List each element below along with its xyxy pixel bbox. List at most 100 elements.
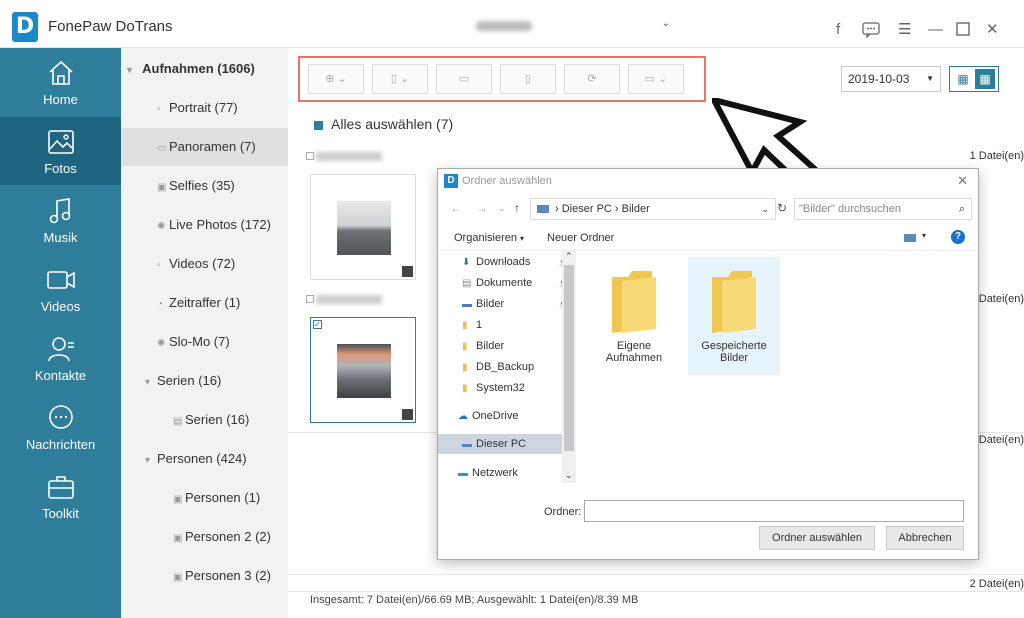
folder-icon: ▮: [462, 320, 468, 331]
album-slo-mo[interactable]: ✺ Slo-Mo (7): [121, 323, 288, 361]
delete-button[interactable]: ▯: [500, 64, 556, 94]
tree-scrollbar[interactable]: ⌃ ⌄: [562, 251, 576, 483]
person-icon: ▣: [173, 533, 183, 544]
maximize-icon[interactable]: [956, 22, 970, 40]
album-portrait[interactable]: ▫ Portrait (77): [121, 89, 288, 127]
add-button[interactable]: ⊕ ⌄: [308, 64, 364, 94]
tree-item-bilder-pinned[interactable]: ▬Bilder📌: [462, 294, 572, 314]
album-panoramen[interactable]: ▭ Panoramen (7): [121, 128, 288, 166]
breadcrumb-bilder[interactable]: Bilder: [622, 203, 650, 215]
cancel-button[interactable]: Abbrechen: [886, 526, 964, 550]
selfie-icon: ▣: [157, 182, 167, 193]
sidebar-item-home[interactable]: Home: [0, 48, 121, 116]
address-bar[interactable]: › Dieser PC › Bilder ⌄: [530, 198, 776, 220]
tree-item-1[interactable]: ▮ 1: [462, 315, 572, 335]
view-toggle[interactable]: ▦ ▦: [949, 66, 999, 92]
refresh-button[interactable]: ⟳: [564, 64, 620, 94]
group-count: Datei(en): [978, 293, 1024, 305]
sidebar-item-toolkit[interactable]: Toolkit: [0, 462, 121, 530]
search-input[interactable]: "Bilder" durchsuchen ⌕: [794, 198, 972, 220]
video-album-icon: ▫: [157, 260, 161, 271]
export-pc-button[interactable]: ▭: [436, 64, 492, 94]
folder-gespeicherte-bilder[interactable]: Gespeicherte Bilder: [688, 257, 780, 375]
album-personen[interactable]: ▾ Personen (424): [121, 440, 288, 478]
tree-item-db-backup[interactable]: ▮ DB_Backup: [462, 357, 572, 377]
select-all[interactable]: Alles auswählen (7): [314, 116, 453, 132]
group-count: Datei(en): [978, 434, 1024, 446]
tree-item-system32[interactable]: ▮ System32: [462, 378, 572, 398]
pc-icon: [537, 205, 549, 214]
dialog-logo: D: [444, 174, 458, 188]
folder-input[interactable]: [584, 500, 964, 522]
thumbnail-checkbox[interactable]: ✓: [313, 320, 322, 329]
tree-item-netzwerk[interactable]: ▬ Netzwerk: [458, 463, 568, 483]
organize-menu[interactable]: Organisieren ▾: [454, 232, 524, 244]
folder-dialog: D Ordner auswählen ✕ ← → ⌄ ↑ › Dieser PC…: [437, 168, 979, 560]
export-device-button[interactable]: ▯ ⌄: [372, 64, 428, 94]
scroll-up-icon[interactable]: ⌃: [565, 251, 573, 262]
grid-large-icon[interactable]: ▦: [975, 69, 995, 89]
sidebar-item-label: Musik: [43, 230, 78, 245]
folder-eigene-aufnahmen[interactable]: Eigene Aufnahmen: [588, 257, 680, 375]
photo-thumbnail-selected[interactable]: ✓: [310, 317, 416, 423]
photo-thumbnail[interactable]: [310, 174, 416, 280]
up-arrow-icon[interactable]: ↑: [514, 201, 520, 215]
toolbox-button[interactable]: ▭ ⌄: [628, 64, 684, 94]
recent-dropdown-icon[interactable]: ⌄: [498, 203, 506, 214]
album-live-photos[interactable]: ✺ Live Photos (172): [121, 206, 288, 244]
grid-small-icon[interactable]: ▦: [953, 69, 973, 89]
sidebar-item-videos[interactable]: Videos: [0, 255, 121, 323]
navigation-tree: ⬇Downloads📌 ▤Dokumente📌 ▬Bilder📌 ▮1 ▮Bil…: [438, 251, 576, 483]
tree-item-dokumente[interactable]: ▤Dokumente📌: [462, 273, 572, 293]
back-arrow-icon[interactable]: ←: [450, 201, 462, 215]
scroll-down-icon[interactable]: ⌄: [565, 470, 573, 481]
album-selfies[interactable]: ▣ Selfies (35): [121, 167, 288, 205]
sidebar-item-label: Kontakte: [34, 368, 87, 383]
feedback-icon[interactable]: [862, 22, 880, 42]
dialog-close-icon[interactable]: ✕: [957, 173, 968, 189]
forward-arrow-icon[interactable]: →: [476, 201, 488, 215]
date-select[interactable]: 2019-10-03 ▼: [841, 66, 941, 92]
album-serien-sub[interactable]: ▤ Serien (16): [121, 401, 288, 439]
device-selector[interactable]: ⌄: [460, 18, 670, 40]
facebook-icon[interactable]: f: [836, 22, 840, 38]
menu-icon[interactable]: ☰: [898, 22, 911, 38]
close-icon[interactable]: ✕: [986, 22, 999, 38]
expand-icon: ▾: [127, 65, 133, 76]
album-personen-1[interactable]: ▣ Personen (1): [121, 479, 288, 517]
album-personen-3[interactable]: ▣ Personen 3 (2): [121, 557, 288, 595]
person-icon: ▣: [173, 572, 183, 583]
album-personen-2[interactable]: ▣ Personen 2 (2): [121, 518, 288, 556]
album-videos[interactable]: ▫ Videos (72): [121, 245, 288, 283]
group-header: 1 Datei(en): [306, 150, 1024, 166]
album-zeitraffer[interactable]: ◔ Zeitraffer (1): [121, 284, 288, 322]
sidebar-item-musik[interactable]: Musik: [0, 186, 121, 254]
group-checkbox[interactable]: [306, 295, 314, 303]
tree-item-bilder[interactable]: ▮ Bilder: [462, 336, 572, 356]
refresh-icon[interactable]: ↻: [777, 201, 787, 215]
tree-item-onedrive[interactable]: ☁ OneDrive: [458, 406, 568, 426]
sidebar-item-kontakte[interactable]: Kontakte: [0, 324, 121, 392]
album-aufnahmen[interactable]: ▾ Aufnahmen (1606): [121, 50, 288, 88]
sidebar-item-nachrichten[interactable]: Nachrichten: [0, 393, 121, 461]
sidebar-item-fotos[interactable]: Fotos: [0, 117, 121, 185]
scroll-thumb[interactable]: [564, 265, 574, 451]
tree-item-downloads[interactable]: ⬇Downloads📌: [462, 252, 572, 272]
sidebar-item-label: Toolkit: [42, 506, 79, 521]
album-serien[interactable]: ▾ Serien (16): [121, 362, 288, 400]
new-folder-button[interactable]: Neuer Ordner: [547, 232, 614, 244]
address-dropdown-icon[interactable]: ⌄: [761, 199, 769, 219]
help-icon[interactable]: ?: [951, 230, 965, 244]
group-checkbox[interactable]: [306, 152, 314, 160]
breadcrumb-dieser-pc[interactable]: Dieser PC: [562, 203, 612, 215]
select-all-checkbox[interactable]: [314, 120, 323, 130]
group-date-blurred: [316, 152, 382, 161]
tree-item-dieser-pc[interactable]: ▬ Dieser PC: [438, 434, 562, 454]
folder-icon: ▮: [462, 383, 468, 394]
view-options-icon[interactable]: [904, 234, 916, 242]
dialog-title: Ordner auswählen: [462, 175, 552, 187]
app-window: D FonePaw DoTrans ⌄ f ☰ ✕ — Home Fotos M…: [0, 0, 1024, 618]
select-folder-button[interactable]: Ordner auswählen: [759, 526, 875, 550]
view-dropdown-icon[interactable]: ▾: [922, 231, 926, 240]
minimize-icon[interactable]: —: [928, 22, 943, 38]
